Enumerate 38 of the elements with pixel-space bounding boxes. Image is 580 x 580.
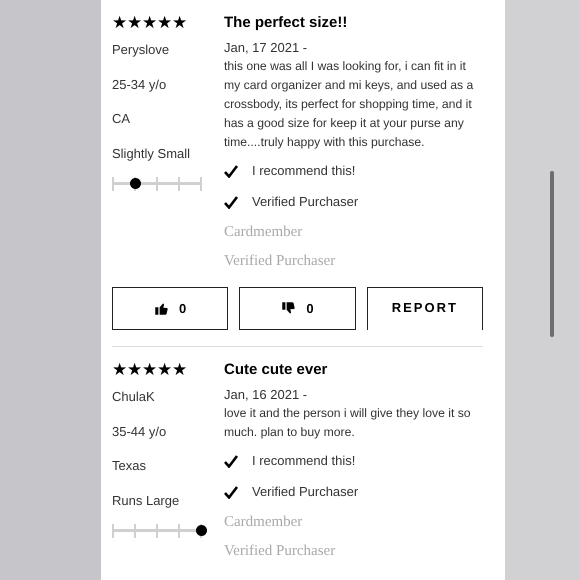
reviewer-age: 25-34 y/o xyxy=(112,76,168,94)
reviewer-name: ChulaK xyxy=(112,388,156,406)
review-text: love it and the person i will give they love it so much. plan to buy more. xyxy=(224,405,472,441)
star-icon: ★ xyxy=(127,12,142,34)
star-icon: ★ xyxy=(142,12,157,34)
report-button[interactable]: REPORT xyxy=(366,287,483,330)
dislike-button[interactable]: 0 xyxy=(239,287,356,330)
reviewer-location: Texas xyxy=(112,457,147,475)
star-icon: ★ xyxy=(172,359,187,381)
reviewer-location: CA xyxy=(112,110,132,128)
badge-text: Verified Purchaser xyxy=(224,252,336,271)
star-icon: ★ xyxy=(142,359,157,381)
fit-label: Slightly Small xyxy=(112,145,192,163)
reviewer-name: Peryslove xyxy=(112,41,170,59)
review-title: The perfect size!! xyxy=(224,13,348,33)
scrollbar-thumb[interactable] xyxy=(550,171,554,337)
star-icon: ★ xyxy=(112,359,127,381)
review-date: Jan, 17 2021 - xyxy=(224,39,308,57)
star-icon: ★ xyxy=(157,359,172,381)
review-title: Cute cute ever xyxy=(224,360,328,380)
thumbs-down-icon xyxy=(281,301,296,316)
badge-text: Cardmember xyxy=(224,223,304,242)
star-icon: ★ xyxy=(112,12,127,34)
star-icon: ★ xyxy=(127,359,142,381)
star-icon: ★ xyxy=(172,12,187,34)
check-label: Verified Purchaser xyxy=(252,193,358,211)
star-icon: ★ xyxy=(157,12,172,34)
review-date: Jan, 16 2021 - xyxy=(224,386,308,404)
badge-text: Cardmember xyxy=(224,513,304,532)
check-label: Verified Purchaser xyxy=(252,483,358,501)
review-text: this one was all I was looking for, i can fit in it my card organizer and mi keys, and used as a crossbody, its perfect for shopping time, and it has a good size for keep it at your purse any time....truly happy with this purchase. xyxy=(224,58,474,151)
check-label: I recommend this! xyxy=(252,162,356,180)
check-label: I recommend this! xyxy=(252,452,356,470)
thumbs-up-icon xyxy=(154,301,170,316)
fit-label: Runs Large xyxy=(112,492,180,510)
like-button[interactable]: 0 xyxy=(112,287,228,330)
reviewer-age: 35-44 y/o xyxy=(112,423,168,441)
badge-text: Verified Purchaser xyxy=(224,542,336,561)
